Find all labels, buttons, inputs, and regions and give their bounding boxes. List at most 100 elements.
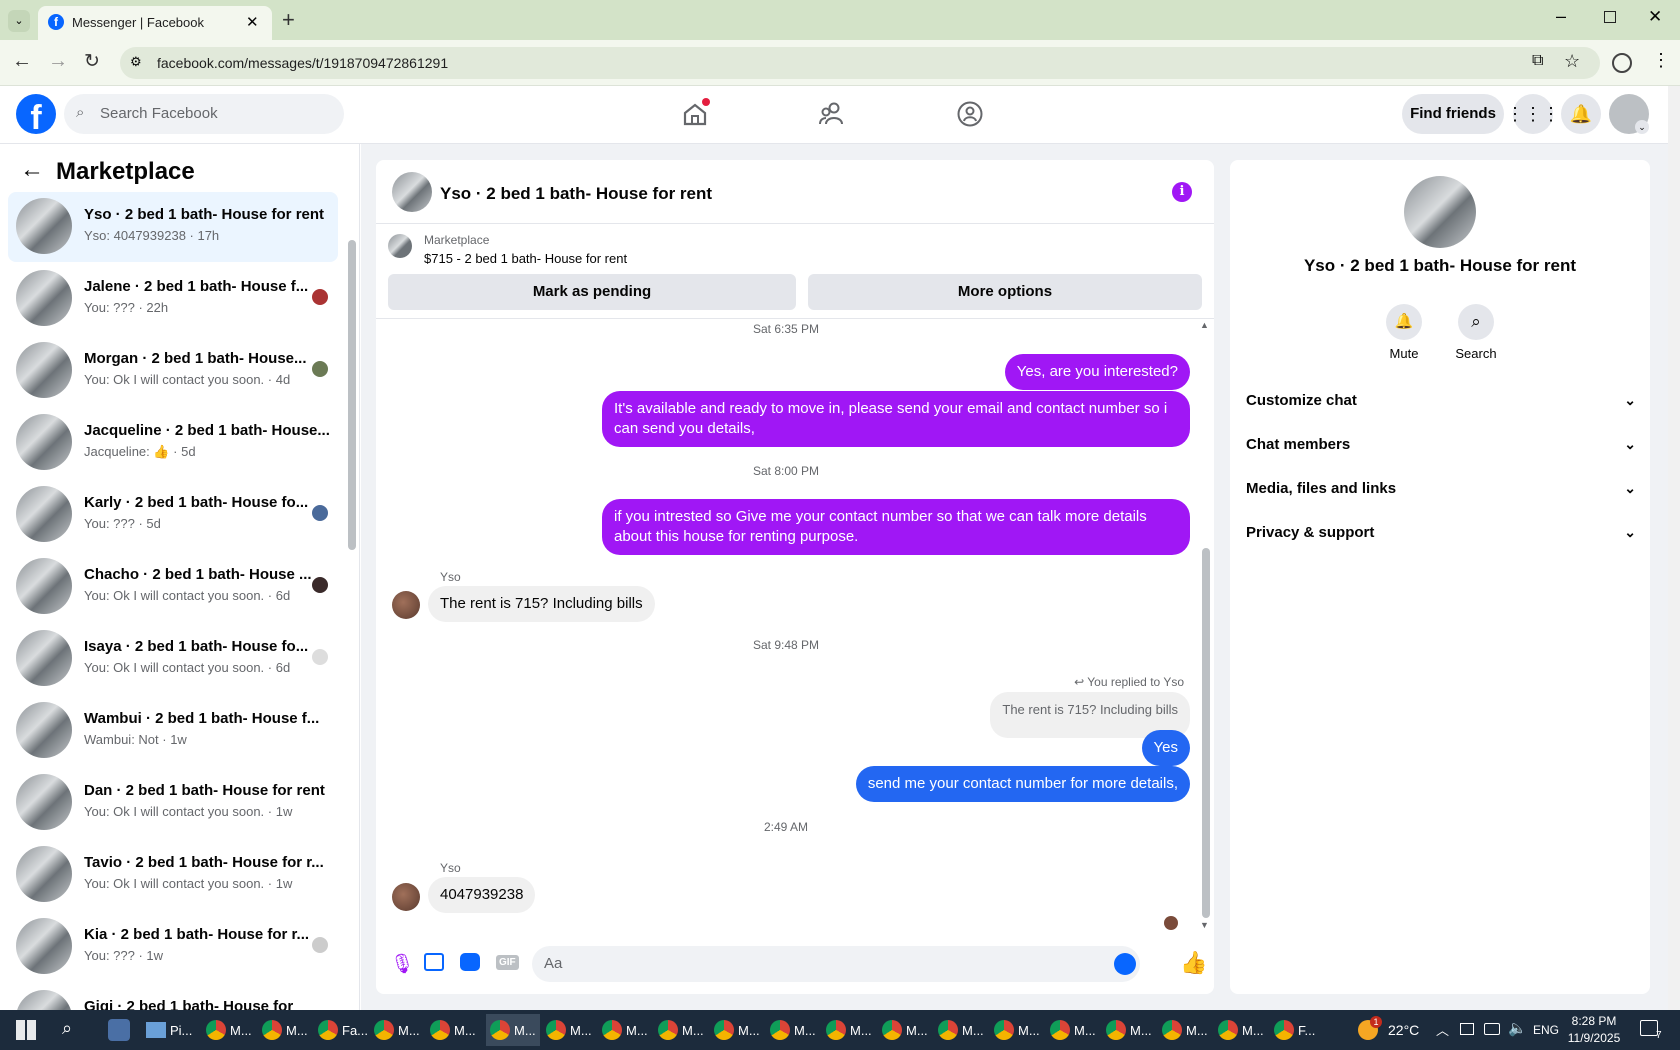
customize-chat-section[interactable]: Customize chat ⌄: [1246, 392, 1636, 409]
outgoing-message[interactable]: It's available and ready to move in, ple…: [602, 391, 1190, 447]
chat-title[interactable]: Yso · 2 bed 1 bath- House for rent: [440, 184, 712, 204]
more-options-button[interactable]: More options: [808, 274, 1202, 310]
app-tool-icon[interactable]: [108, 1019, 130, 1041]
profile-avatar[interactable]: [1404, 176, 1476, 248]
taskbar-app[interactable]: M...: [882, 1014, 928, 1046]
chat-members-section[interactable]: Chat members ⌄: [1246, 436, 1636, 453]
listing-title[interactable]: $715 - 2 bed 1 bath- House for rent: [424, 251, 627, 266]
browser-menu-icon[interactable]: ⋮: [1652, 50, 1670, 71]
taskbar-app[interactable]: M...: [994, 1014, 1040, 1046]
media-files-links-section[interactable]: Media, files and links ⌄: [1246, 480, 1636, 497]
clock[interactable]: 8:28 PM 11/9/2025: [1566, 1013, 1622, 1047]
taskbar-app-active[interactable]: M...: [486, 1014, 540, 1046]
info-icon[interactable]: i: [1172, 182, 1192, 202]
taskbar-app[interactable]: M...: [546, 1014, 592, 1046]
temperature[interactable]: 22°C: [1388, 1022, 1419, 1038]
friends-icon[interactable]: [818, 100, 846, 128]
profile-icon[interactable]: [1612, 53, 1632, 73]
sender-avatar[interactable]: [392, 883, 420, 911]
taskbar-app[interactable]: M...: [714, 1014, 760, 1046]
tab-messenger[interactable]: f Messenger | Facebook ✕: [38, 6, 272, 40]
outgoing-message[interactable]: send me your contact number for more det…: [855, 766, 1190, 802]
conversation-item[interactable]: Yso · 2 bed 1 bath- House for rent Yso: 4…: [8, 192, 338, 262]
chat-avatar[interactable]: [392, 172, 432, 212]
back-icon[interactable]: ←: [12, 50, 32, 73]
taskbar-app[interactable]: M...: [1162, 1014, 1208, 1046]
volume-icon[interactable]: 🔈: [1508, 1019, 1527, 1037]
listing-thumbnail[interactable]: [388, 234, 412, 258]
thread-scrollbar[interactable]: [1202, 548, 1210, 918]
emoji-icon[interactable]: [1114, 953, 1136, 975]
outgoing-message[interactable]: if you intrested so Give me your contact…: [602, 499, 1190, 555]
scroll-up-icon[interactable]: ▲: [1200, 320, 1209, 330]
conversation-item[interactable]: Jalene · 2 bed 1 bath- House f... You: ??…: [8, 264, 338, 334]
site-info-icon[interactable]: ⚙: [130, 54, 142, 70]
home-icon[interactable]: [682, 98, 710, 126]
taskbar-app[interactable]: F...: [1274, 1014, 1315, 1046]
privacy-support-section[interactable]: Privacy & support ⌄: [1246, 524, 1636, 541]
taskbar-app[interactable]: M...: [374, 1014, 420, 1046]
back-arrow-icon[interactable]: ←: [20, 156, 44, 184]
conversation-item[interactable]: Kia · 2 bed 1 bath- House for r... You: ?…: [8, 912, 338, 982]
outgoing-message[interactable]: Yes, are you interested?: [1004, 354, 1190, 390]
taskbar-app[interactable]: Fa...: [318, 1014, 368, 1046]
forward-icon[interactable]: →: [48, 50, 68, 73]
incoming-message[interactable]: The rent is 715? Including bills: [428, 586, 655, 622]
conversation-item[interactable]: Jacqueline · 2 bed 1 bath- House... Jacqu…: [8, 408, 338, 478]
account-avatar[interactable]: ⌄: [1609, 94, 1649, 134]
conversation-item[interactable]: Dan · 2 bed 1 bath- House for rent You: O…: [8, 768, 338, 838]
close-tab-icon[interactable]: ✕: [246, 13, 259, 31]
close-window-icon[interactable]: ✕: [1648, 7, 1662, 27]
conversation-item[interactable]: Karly · 2 bed 1 bath- House fo... You: ??…: [8, 480, 338, 550]
facebook-logo-icon[interactable]: f: [16, 94, 56, 134]
network-icon[interactable]: [1484, 1023, 1500, 1035]
groups-icon[interactable]: [956, 100, 984, 128]
taskbar-app[interactable]: M...: [262, 1014, 308, 1046]
tray-icon[interactable]: [1460, 1023, 1474, 1035]
page-scrollbar[interactable]: [1668, 86, 1680, 1010]
chevron-up-icon[interactable]: ︿: [1436, 1020, 1449, 1039]
conversation-item[interactable]: Wambui · 2 bed 1 bath- House f... Wambui:…: [8, 696, 338, 766]
new-tab-icon[interactable]: +: [282, 7, 295, 33]
conversation-item[interactable]: Gigi · 2 bed 1 bath- House for: [8, 984, 338, 1010]
find-friends-button[interactable]: Find friends: [1402, 94, 1504, 134]
notifications-bell-icon[interactable]: 🔔: [1561, 94, 1601, 134]
taskbar-app[interactable]: Pi...: [146, 1014, 192, 1046]
taskbar-app[interactable]: M...: [1218, 1014, 1264, 1046]
thumbs-up-icon[interactable]: 👍: [1180, 950, 1207, 976]
search-icon[interactable]: ⌕: [62, 1018, 72, 1039]
search-button[interactable]: ⌕ Search: [1448, 304, 1504, 361]
tab-list-button[interactable]: ⌄: [8, 10, 30, 32]
incoming-message[interactable]: 4047939238: [428, 877, 536, 913]
scroll-down-icon[interactable]: ▼: [1200, 920, 1209, 930]
menu-grid-icon[interactable]: ⋮⋮⋮: [1506, 94, 1560, 134]
conversation-item[interactable]: Isaya · 2 bed 1 bath- House fo... You: Ok…: [8, 624, 338, 694]
taskbar-app[interactable]: M...: [1050, 1014, 1096, 1046]
conversation-item[interactable]: Morgan · 2 bed 1 bath- House... You: Ok I…: [8, 336, 338, 406]
minimize-icon[interactable]: –: [1556, 6, 1566, 27]
taskbar-app[interactable]: M...: [770, 1014, 816, 1046]
address-bar[interactable]: ⚙ facebook.com/messages/t/19187094728612…: [120, 47, 1600, 79]
conversation-item[interactable]: Chacho · 2 bed 1 bath- House ... You: Ok …: [8, 552, 338, 622]
photo-icon[interactable]: [424, 953, 444, 971]
taskbar-app[interactable]: M...: [1106, 1014, 1152, 1046]
windows-start-icon[interactable]: [16, 1020, 36, 1040]
taskbar-app[interactable]: M...: [938, 1014, 984, 1046]
conversation-list-scrollbar[interactable]: [348, 240, 356, 550]
outgoing-message[interactable]: Yes: [1141, 730, 1190, 766]
microphone-icon[interactable]: 🎙: [390, 952, 414, 976]
message-input[interactable]: Aa: [532, 946, 1140, 982]
taskbar-app[interactable]: M...: [206, 1014, 252, 1046]
restore-icon[interactable]: [1604, 11, 1616, 23]
conversation-item[interactable]: Tavio · 2 bed 1 bath- House for r... You:…: [8, 840, 338, 910]
sticker-icon[interactable]: [460, 953, 480, 971]
bookmark-star-icon[interactable]: ☆: [1564, 51, 1580, 72]
taskbar-app[interactable]: M...: [430, 1014, 476, 1046]
gif-icon[interactable]: GIF: [496, 955, 519, 970]
reload-icon[interactable]: ↻: [84, 50, 100, 73]
taskbar-app[interactable]: M...: [658, 1014, 704, 1046]
taskbar-app[interactable]: M...: [602, 1014, 648, 1046]
mark-as-pending-button[interactable]: Mark as pending: [388, 274, 796, 310]
language-indicator[interactable]: ENG: [1533, 1023, 1559, 1037]
install-app-icon[interactable]: ⧉: [1532, 52, 1543, 70]
